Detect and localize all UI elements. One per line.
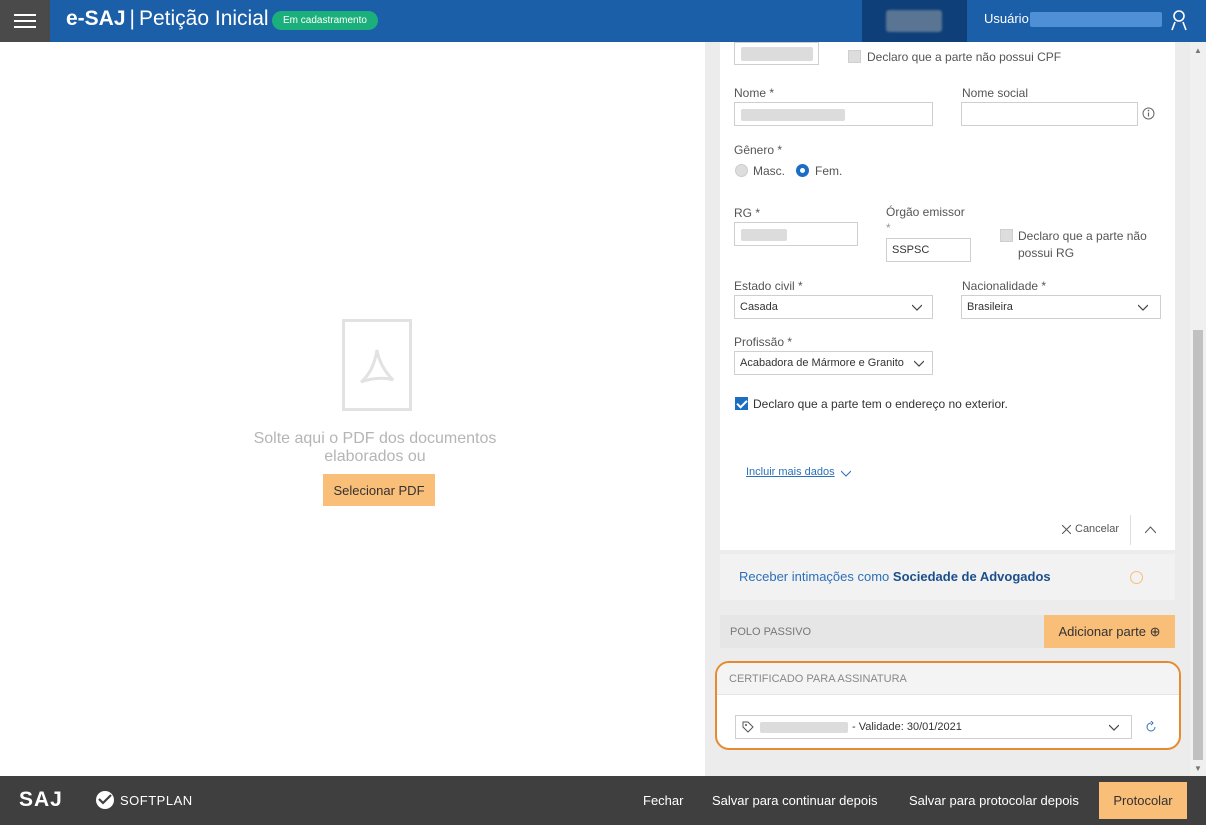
scrollbar-thumb[interactable] (1193, 330, 1203, 760)
no-cpf-checkbox[interactable] (848, 50, 861, 63)
nacionalidade-select[interactable]: Brasileira (961, 295, 1161, 319)
orgao-field[interactable]: SSPSC (886, 238, 971, 262)
pdf-drop-zone[interactable]: Solte aqui o PDF dos documentos elaborad… (0, 42, 705, 776)
scrollbar[interactable]: ▲ ▼ (1190, 42, 1206, 776)
close-button[interactable]: Fechar (643, 793, 683, 808)
tag-icon (742, 721, 754, 733)
nome-social-label: Nome social (962, 86, 1029, 100)
genero-masc-label: Masc. (753, 164, 786, 178)
rg-field[interactable] (734, 222, 858, 246)
nacionalidade-label: Nacionalidade * (962, 279, 1047, 293)
genero-fem-label: Fem. (815, 164, 843, 178)
orgao-value: SSPSC (892, 244, 930, 256)
chevron-down-icon (1138, 304, 1148, 311)
genero-fem-radio[interactable] (796, 164, 809, 177)
cpf-field[interactable] (734, 42, 819, 65)
user-icon[interactable] (1170, 8, 1188, 32)
chevron-down-icon (841, 470, 851, 477)
polo-passivo-label: POLO PASSIVO (730, 626, 812, 638)
divider (1130, 515, 1131, 545)
orgao-label: Órgão emissor (886, 205, 965, 219)
app-title: e-SAJ | Petição Inicial (66, 7, 269, 31)
pdf-file-icon (342, 319, 412, 411)
no-rg-label-2: possui RG (1018, 246, 1075, 260)
nome-field[interactable] (734, 102, 933, 126)
profissao-label: Profissão * (734, 335, 793, 349)
parties-panel: Declaro que a parte não possui CPF Nome … (705, 42, 1190, 776)
certificate-select[interactable]: - Validade: 30/01/2021 (735, 715, 1132, 739)
profissao-select[interactable]: Acabadora de Mármore e Granito (734, 351, 933, 375)
add-circle-icon[interactable] (1130, 571, 1143, 584)
softplan-icon (96, 791, 114, 809)
no-rg-label-1: Declaro que a parte não (1018, 229, 1147, 243)
brand-name: e-SAJ (66, 7, 126, 30)
top-bar: e-SAJ | Petição Inicial Em cadastramento U… (0, 0, 1206, 42)
plus-circle-icon: ⊕ (1149, 623, 1161, 639)
nome-label: Nome * (734, 86, 775, 100)
exterior-checkbox[interactable] (735, 397, 748, 410)
estado-civil-label: Estado civil * (734, 279, 803, 293)
add-party-button[interactable]: Adicionar parte ⊕ (1044, 615, 1175, 648)
certificate-name-redacted (760, 722, 848, 733)
info-icon[interactable] (1142, 107, 1155, 120)
cancel-button[interactable]: Cancelar (1075, 523, 1119, 535)
estado-civil-select[interactable]: Casada (734, 295, 933, 319)
certificate-section: CERTIFICADO PARA ASSINATURA - Validade: … (715, 661, 1181, 750)
user-label[interactable]: Usuário (984, 11, 1029, 26)
status-badge: Em cadastramento (272, 11, 378, 30)
certificate-label: CERTIFICADO PARA ASSINATURA (729, 673, 907, 685)
no-rg-checkbox[interactable] (1000, 229, 1013, 242)
certificate-header: CERTIFICADO PARA ASSINATURA (717, 663, 1179, 695)
user-name-redacted (1030, 12, 1162, 27)
genero-label: Gênero * (734, 143, 783, 157)
menu-icon (14, 14, 36, 28)
save-continue-button[interactable]: Salvar para continuar depois (712, 793, 878, 808)
orgao-required: * (886, 221, 891, 235)
party-form-card: Declaro que a parte não possui CPF Nome … (720, 42, 1175, 550)
softplan-logo: SOFTPLAN (94, 790, 193, 810)
genero-masc-radio[interactable] (735, 164, 748, 177)
estado-civil-value: Casada (740, 301, 778, 313)
scroll-down-arrow[interactable]: ▼ (1194, 764, 1202, 773)
header-blurred-area (862, 0, 967, 42)
page-title: Petição Inicial (139, 7, 269, 30)
hamburger-menu-button[interactable] (0, 0, 50, 42)
chevron-down-icon (914, 360, 924, 367)
saj-logo: SAJ (19, 788, 63, 811)
refresh-icon[interactable] (1145, 721, 1157, 733)
brand-separator: | (129, 7, 135, 30)
polo-passivo-section: POLO PASSIVO Adicionar parte ⊕ (720, 615, 1175, 648)
exterior-label: Declaro que a parte tem o endereço no ex… (753, 397, 1008, 411)
scroll-up-arrow[interactable]: ▲ (1194, 46, 1202, 55)
chevron-down-icon (912, 304, 922, 311)
footer-bar: SAJ SOFTPLAN Fechar Salvar para continua… (0, 776, 1206, 825)
close-icon[interactable] (1062, 525, 1071, 534)
incluir-mais-dados-link[interactable]: Incluir mais dados (746, 466, 835, 478)
certificate-validity: - Validade: 30/01/2021 (852, 721, 962, 733)
save-protocol-later-button[interactable]: Salvar para protocolar depois (909, 793, 1079, 808)
profissao-value: Acabadora de Mármore e Granito (740, 357, 904, 369)
drop-instructions: Solte aqui o PDF dos documentos elaborad… (253, 430, 497, 465)
no-cpf-label: Declaro que a parte não possui CPF (867, 50, 1062, 64)
intimacoes-label: Receber intimações como Sociedade de Adv… (739, 569, 1051, 584)
chevron-up-icon[interactable] (1145, 526, 1156, 534)
protocolar-button[interactable]: Protocolar (1099, 782, 1187, 819)
chevron-down-icon (1109, 724, 1119, 731)
rg-label: RG * (734, 206, 761, 220)
nome-social-field[interactable] (961, 102, 1138, 126)
select-pdf-button[interactable]: Selecionar PDF (323, 474, 435, 506)
nacionalidade-value: Brasileira (967, 301, 1013, 313)
intimacoes-option[interactable]: Receber intimações como Sociedade de Adv… (720, 554, 1175, 600)
